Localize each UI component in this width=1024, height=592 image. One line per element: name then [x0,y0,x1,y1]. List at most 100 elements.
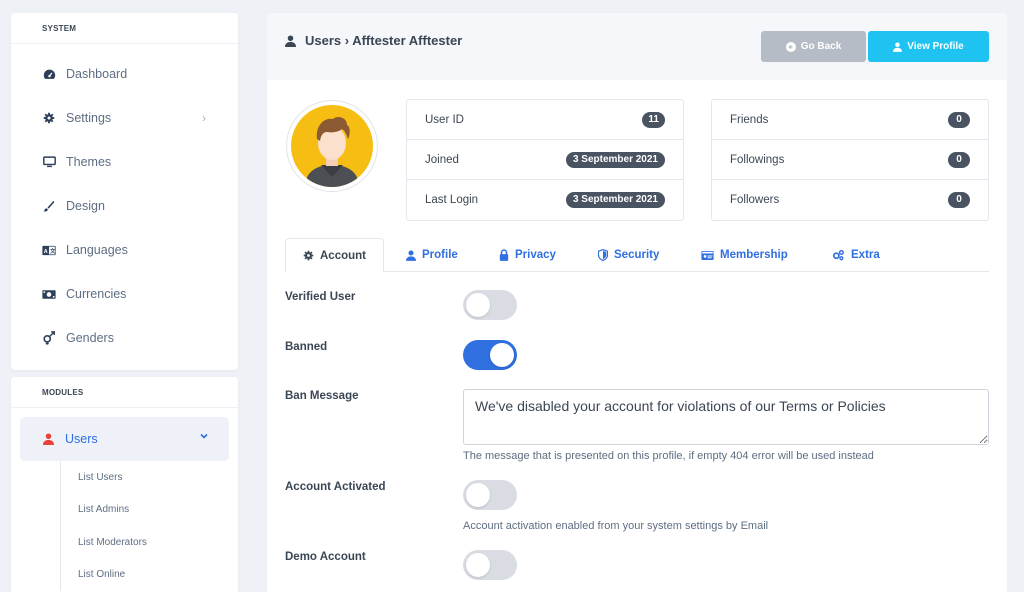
tab-membership[interactable]: Membership [701,238,788,272]
sidebar-item-settings[interactable]: Settings › [11,96,238,140]
stat-row-friends: Friends 0 [712,100,988,140]
breadcrumb: Users › Afftester Afftester [285,33,462,48]
user-icon [406,250,416,261]
sidebar-item-users[interactable]: Users [20,417,229,461]
tab-account[interactable]: Account [285,238,384,273]
sidebar-item-themes[interactable]: Themes [11,140,238,184]
stat-row-user-id: User ID 11 [407,100,683,140]
toggle-knob [466,293,490,317]
tab-profile[interactable]: Profile [406,238,458,272]
stat-badge: 3 September 2021 [565,151,665,168]
arrow-left-circle-icon [785,41,796,52]
stat-label: Followers [730,194,780,206]
tab-label: Account [320,249,366,262]
gear-icon [303,250,314,261]
account-activated-label: Account Activated [285,481,386,493]
sidebar-item-genders[interactable]: Genders [11,316,238,360]
sidebar-system-header: SYSTEM [11,13,238,44]
profile-tabs: Account Profile Privacy Security Members… [285,238,989,273]
account-activated-toggle[interactable] [463,480,517,510]
sidebar-item-label: Users [65,432,98,446]
sidebar-item-dashboard[interactable]: Dashboard [11,52,238,96]
breadcrumb-text: Users › Afftester Afftester [305,33,463,48]
money-icon [42,287,56,301]
stat-badge: 0 [948,111,970,128]
submenu-item-list-moderators[interactable]: List Moderators [61,526,238,559]
avatar [286,100,378,192]
sidebar-item-label: Settings [66,111,112,125]
sidebar-modules-section: MODULES Users List Users List Admins Lis… [11,377,238,592]
verified-user-label: Verified User [285,291,356,303]
submenu-item-list-online[interactable]: List Online [61,559,238,592]
demo-account-toggle[interactable] [463,550,517,580]
social-stats-box: Friends 0 Followings 0 Followers 0 [711,99,989,221]
shield-icon [598,249,608,261]
stat-badge: 11 [642,111,665,128]
user-stats-box: User ID 11 Joined 3 September 2021 Last … [406,99,684,221]
sidebar-system-section: SYSTEM Dashboard Settings › Themes Desig [11,13,238,370]
sidebar-item-design[interactable]: Design [11,184,238,228]
banned-toggle[interactable] [463,340,517,370]
toggle-knob [490,343,514,367]
language-icon: A文 [42,243,56,257]
tab-label: Privacy [515,249,556,261]
page-header: Users › Afftester Afftester Go Back View… [267,13,1007,80]
stat-label: Friends [730,113,769,126]
banned-label: Banned [285,341,328,353]
stat-badge: 0 [948,192,970,208]
sidebar-item-label: Dashboard [66,67,128,81]
sidebar-item-label: Languages [66,243,128,257]
stat-row-followings: Followings 0 [712,140,988,180]
genders-icon [42,331,56,345]
view-profile-label: View Profile [907,41,964,52]
svg-text:A: A [44,248,48,254]
ban-message-help: The message that is presented on this pr… [463,450,874,462]
cogs-icon [832,249,845,261]
main-panel: Users › Afftester Afftester Go Back View… [267,13,1007,592]
account-activated-help: Account activation enabled from your sys… [463,520,769,532]
tab-extra[interactable]: Extra [832,238,880,272]
sidebar-item-currencies[interactable]: Currencies [11,272,238,316]
toggle-knob [466,483,490,507]
sidebar-item-label: Design [66,199,105,213]
stat-badge: 3 September 2021 [565,192,665,208]
user-icon [893,42,903,52]
verified-user-toggle[interactable] [463,290,517,320]
sidebar-item-label: Currencies [66,287,127,301]
stat-badge: 0 [948,151,970,168]
go-back-label: Go Back [800,41,842,52]
chevron-down-icon [199,430,209,444]
brush-icon [42,199,56,213]
ban-message-textarea[interactable]: We've disabled your account for violatio… [463,389,989,445]
sidebar-modules-header: MODULES [11,377,238,408]
stat-label: Followings [730,153,785,166]
users-submenu: List Users List Admins List Moderators L… [60,461,238,591]
id-card-icon [701,250,714,261]
tab-security[interactable]: Security [598,238,659,272]
submenu-item-list-users[interactable]: List Users [61,461,238,494]
user-icon [43,433,54,445]
gear-icon [42,111,56,125]
sidebar-item-label: Themes [66,155,112,169]
tab-privacy[interactable]: Privacy [499,238,556,272]
go-back-button[interactable]: Go Back [761,31,866,62]
submenu-item-list-admins[interactable]: List Admins [61,494,238,527]
tab-label: Security [614,249,660,261]
toggle-knob [466,553,490,577]
demo-account-label: Demo Account [285,551,366,563]
ban-message-label: Ban Message [285,390,359,402]
view-profile-button[interactable]: View Profile [868,31,989,62]
tab-label: Profile [422,249,458,261]
chevron-right-icon: › [202,111,206,125]
dashboard-icon [42,67,56,81]
stat-label: Joined [425,153,459,166]
tab-label: Extra [851,249,880,261]
stat-label: User ID [425,113,464,126]
stat-row-followers: Followers 0 [712,180,988,220]
desktop-icon [42,155,56,169]
avatar-image [291,105,373,187]
sidebar-item-label: Genders [66,331,114,345]
user-icon [285,35,296,47]
stat-label: Last Login [425,194,479,206]
sidebar-item-languages[interactable]: A文 Languages [11,228,238,272]
